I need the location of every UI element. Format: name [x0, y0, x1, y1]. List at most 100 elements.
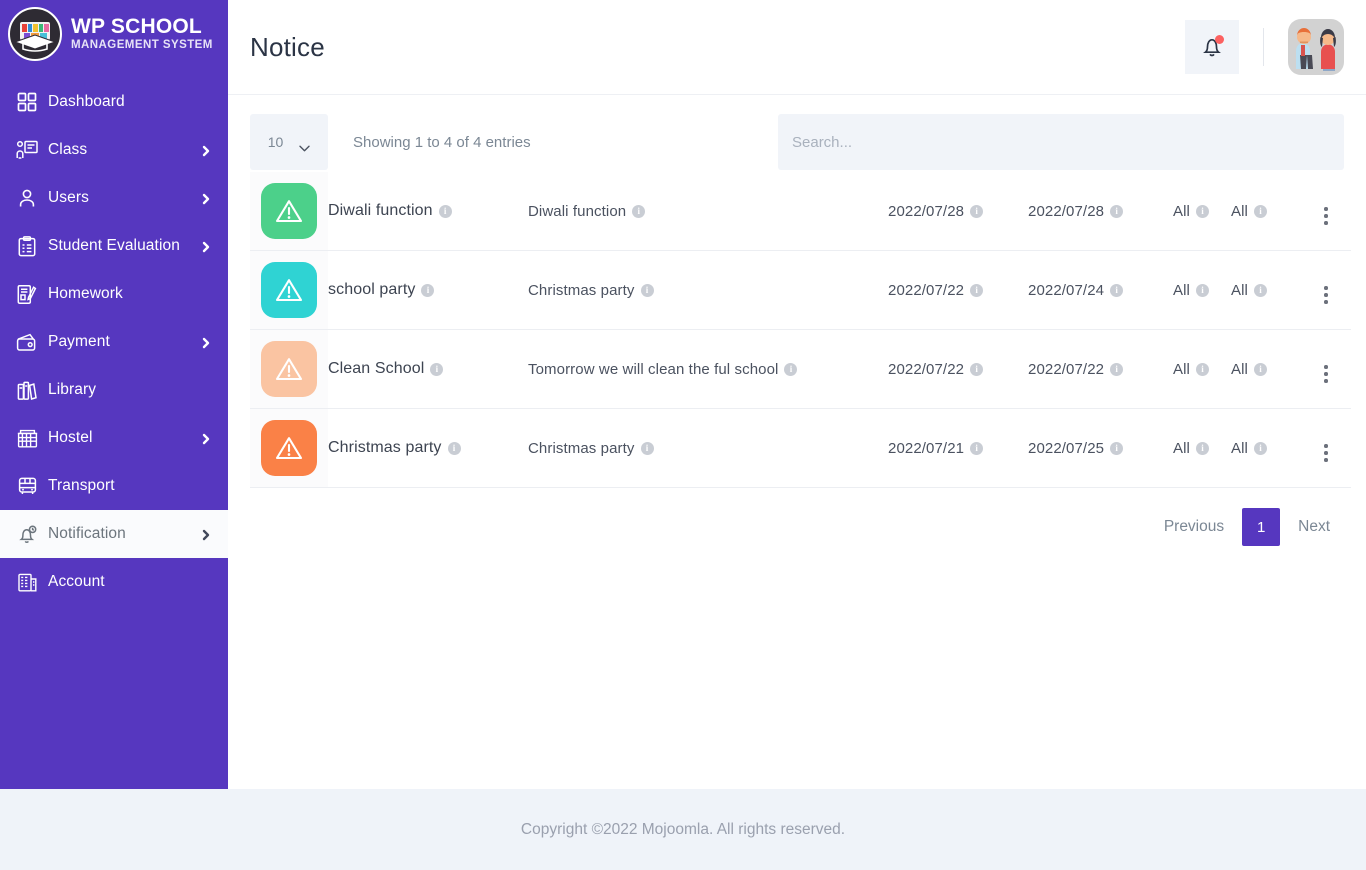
pagination-previous[interactable]: Previous [1150, 518, 1238, 536]
chevron-down-icon [299, 139, 310, 151]
sidebar-item-library[interactable]: Library [0, 366, 228, 414]
notice-date-from: 2022/07/22 [888, 281, 965, 299]
info-circle-icon[interactable]: i [1110, 441, 1124, 455]
row-title-cell: Clean School i [328, 330, 528, 409]
info-circle-icon[interactable]: i [640, 441, 654, 455]
kebab-menu-icon[interactable] [1324, 444, 1328, 462]
info-circle-icon[interactable]: i [1253, 441, 1267, 455]
table-row[interactable]: school party i Christmas party i 2022/07/2… [250, 250, 1351, 330]
info-circle-icon[interactable]: i [430, 362, 444, 376]
sidebar-item-label: Dashboard [48, 93, 125, 110]
sidebar-item-student-evaluation[interactable]: Student Evaluation [0, 222, 228, 270]
sidebar-item-homework[interactable]: Homework [0, 270, 228, 318]
kebab-menu-icon[interactable] [1324, 365, 1328, 383]
table-row[interactable]: Clean School i Tomorrow we will clean the… [250, 329, 1351, 409]
notice-date-from: 2022/07/22 [888, 360, 965, 378]
book-pencil-icon [14, 281, 40, 307]
info-circle-icon[interactable]: i [1195, 283, 1209, 297]
info-circle-icon[interactable]: i [1110, 204, 1124, 218]
pagination-next[interactable]: Next [1284, 518, 1344, 536]
brand-subtitle: MANAGEMENT SYSTEM [71, 39, 213, 52]
notice-date-to: 2022/07/25 [1028, 439, 1105, 457]
info-circle-icon[interactable]: i [640, 283, 654, 297]
row-col-a-cell: All i [1173, 330, 1231, 409]
kebab-menu-icon[interactable] [1324, 207, 1328, 225]
sidebar-item-notification[interactable]: Notification [0, 510, 228, 558]
user-icon [14, 185, 40, 211]
status-badge [261, 262, 317, 318]
row-description-cell: Christmas party i [528, 251, 888, 330]
info-circle-icon[interactable]: i [1195, 362, 1209, 376]
warning-triangle-icon [275, 279, 303, 302]
sidebar-item-label: Student Evaluation [48, 237, 180, 254]
chevron-right-icon [200, 192, 212, 205]
notice-title: school party [328, 281, 416, 298]
info-circle-icon[interactable]: i [1110, 283, 1124, 297]
row-description-cell: Diwali function i [528, 172, 888, 251]
chevron-right-icon [200, 336, 212, 349]
row-col-a-cell: All i [1173, 409, 1231, 488]
search-input[interactable] [778, 114, 1344, 170]
info-circle-icon[interactable]: i [970, 362, 984, 376]
info-circle-icon[interactable]: i [438, 204, 452, 218]
notice-date-to: 2022/07/24 [1028, 281, 1105, 299]
row-actions-cell [1301, 172, 1351, 251]
info-circle-icon[interactable]: i [421, 283, 435, 297]
kebab-menu-icon[interactable] [1324, 286, 1328, 304]
row-status-cell [250, 250, 328, 330]
info-circle-icon[interactable]: i [1110, 362, 1124, 376]
row-actions-cell [1301, 251, 1351, 330]
sidebar-item-users[interactable]: Users [0, 174, 228, 222]
sidebar-item-hostel[interactable]: Hostel [0, 414, 228, 462]
chevron-right-icon [200, 432, 212, 445]
info-circle-icon[interactable]: i [632, 204, 646, 218]
status-badge [261, 420, 317, 476]
info-circle-icon[interactable]: i [1253, 204, 1267, 218]
info-circle-icon[interactable]: i [1253, 283, 1267, 297]
notice-description: Tomorrow we will clean the ful school [528, 360, 779, 378]
info-circle-icon[interactable]: i [1253, 362, 1267, 376]
sidebar-item-payment[interactable]: Payment [0, 318, 228, 366]
avatar[interactable] [1288, 19, 1344, 75]
row-col-b-cell: All i [1231, 172, 1301, 251]
notification-bell-button[interactable] [1185, 20, 1239, 74]
page-length-select[interactable]: 10 [250, 114, 328, 170]
info-circle-icon[interactable]: i [447, 441, 461, 455]
pagination-page-1[interactable]: 1 [1242, 508, 1281, 546]
app-root: WP SCHOOL MANAGEMENT SYSTEM Dashboard Cl… [0, 0, 1366, 870]
notice-description: Diwali function [528, 202, 627, 220]
info-circle-icon[interactable]: i [970, 441, 984, 455]
sidebar-item-transport[interactable]: Transport [0, 462, 228, 510]
chevron-right-icon [200, 240, 212, 253]
row-status-cell [250, 171, 328, 251]
table-row[interactable]: Diwali function i Diwali function i 2022/0… [250, 171, 1351, 251]
table-row[interactable]: Christmas party i Christmas party i 2022/0… [250, 408, 1351, 488]
row-date-to-cell: 2022/07/22 i [1028, 330, 1173, 409]
sidebar-item-label: Library [48, 381, 97, 398]
row-date-to-cell: 2022/07/28 i [1028, 172, 1173, 251]
sidebar-item-label: Users [48, 189, 89, 206]
sidebar-item-label: Notification [48, 525, 126, 542]
info-circle-icon[interactable]: i [784, 362, 798, 376]
entries-info: Showing 1 to 4 of 4 entries [353, 133, 531, 151]
notice-col-a: All [1173, 281, 1190, 299]
sidebar-item-class[interactable]: Class [0, 126, 228, 174]
bell-clock-icon [14, 521, 40, 547]
row-description-cell: Tomorrow we will clean the ful school i [528, 330, 888, 409]
info-circle-icon[interactable]: i [970, 283, 984, 297]
notice-table-wrapper: Diwali function i Diwali function i 2022/0… [228, 171, 1366, 488]
notice-title: Diwali function [328, 202, 433, 219]
status-badge [261, 183, 317, 239]
row-status-cell [250, 408, 328, 488]
info-circle-icon[interactable]: i [1195, 204, 1209, 218]
row-date-from-cell: 2022/07/21 i [888, 409, 1028, 488]
notice-col-b: All [1231, 202, 1248, 220]
info-circle-icon[interactable]: i [1195, 441, 1209, 455]
info-circle-icon[interactable]: i [970, 204, 984, 218]
sidebar-item-label: Account [48, 573, 105, 590]
notice-col-b: All [1231, 360, 1248, 378]
notice-date-from: 2022/07/21 [888, 439, 965, 457]
sidebar-item-dashboard[interactable]: Dashboard [0, 78, 228, 126]
sidebar-item-account[interactable]: Account [0, 558, 228, 606]
brand[interactable]: WP SCHOOL MANAGEMENT SYSTEM [0, 0, 228, 68]
